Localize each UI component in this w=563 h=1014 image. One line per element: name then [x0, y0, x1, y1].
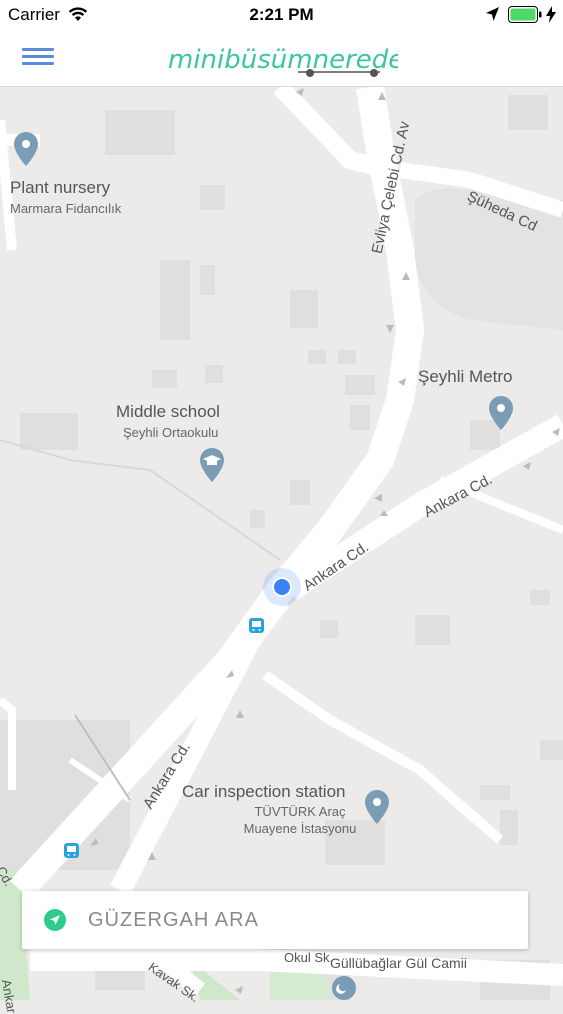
poi-title[interactable]: Şeyhli Metro: [418, 367, 512, 387]
navigation-arrow-icon: [44, 909, 66, 931]
mosque-icon[interactable]: [332, 976, 356, 1000]
poi-title[interactable]: Plant nursery: [10, 178, 110, 198]
status-bar: Carrier 2:21 PM: [0, 0, 563, 30]
poi-subtitle: Şeyhli Ortaokulu: [123, 425, 219, 440]
map-view[interactable]: Plant nursery Marmara Fidancılık Şeyhli …: [0, 87, 563, 1000]
school-icon[interactable]: [200, 448, 224, 482]
street-label: Okul Sk.: [284, 950, 334, 965]
current-location-icon: [263, 568, 301, 606]
route-search-bar[interactable]: GÜZERGAH ARA: [22, 891, 528, 949]
route-search-label: GÜZERGAH ARA: [88, 909, 259, 931]
bus-stop-icon[interactable]: [64, 843, 79, 858]
pin-icon[interactable]: [14, 132, 38, 166]
navigation-bar: minibüsümnerede: [0, 30, 563, 87]
battery-icon: [508, 6, 542, 28]
clock: 2:21 PM: [249, 5, 314, 24]
poi-title[interactable]: Car inspection station: [182, 782, 345, 802]
hamburger-menu-icon[interactable]: [22, 44, 54, 70]
pin-icon[interactable]: [365, 790, 389, 824]
bus-stop-icon[interactable]: [249, 618, 264, 633]
street-label: Güllübağlar Gül Camii: [330, 955, 467, 971]
poi-subtitle: TÜVTÜRK Araç Muayene İstasyonu: [243, 804, 357, 836]
poi-title[interactable]: Middle school: [116, 402, 220, 422]
app-logo: minibüsümnerede: [168, 40, 404, 80]
poi-subtitle: Marmara Fidancılık: [10, 201, 122, 216]
charging-icon: [546, 6, 556, 28]
logo-text: minibüsümnerede: [168, 45, 398, 75]
location-services-icon: [485, 6, 500, 27]
